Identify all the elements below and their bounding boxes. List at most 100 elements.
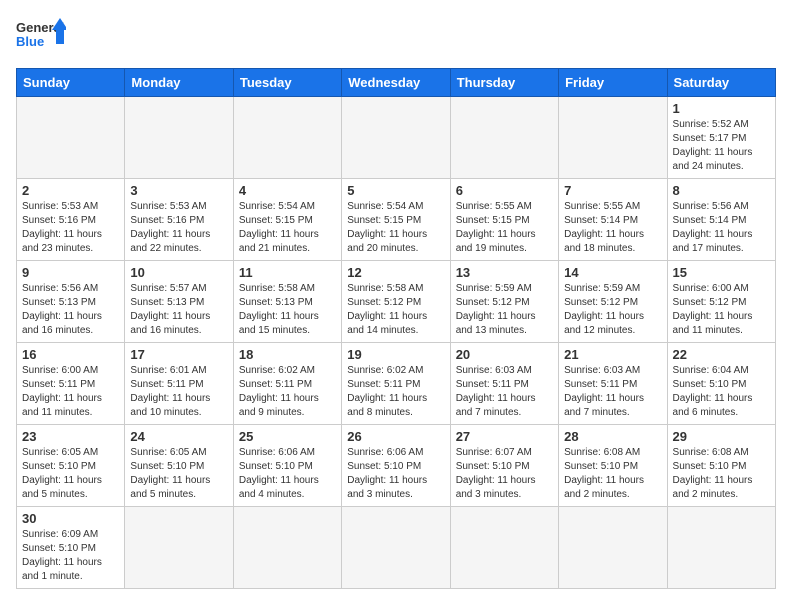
cell-info: Sunrise: 6:00 AM Sunset: 5:12 PM Dayligh… (673, 282, 770, 338)
day-number: 18 (239, 347, 336, 362)
cell-info: Sunrise: 5:59 AM Sunset: 5:12 PM Dayligh… (456, 282, 553, 338)
logo: General Blue (16, 16, 66, 56)
day-number: 4 (239, 183, 336, 198)
calendar-row-1: 2 Sunrise: 5:53 AM Sunset: 5:16 PM Daylig… (17, 179, 776, 261)
calendar-cell: 29Sunrise: 6:08 AM Sunset: 5:10 PM Dayli… (667, 425, 775, 507)
weekday-row: SundayMondayTuesdayWednesdayThursdayFrid… (17, 69, 776, 97)
calendar-cell: 3Sunrise: 5:53 AM Sunset: 5:16 PM Daylig… (125, 179, 233, 261)
day-number: 10 (130, 265, 227, 280)
day-number: 2 (22, 183, 119, 198)
cell-info: Sunrise: 5:58 AM Sunset: 5:12 PM Dayligh… (347, 282, 444, 338)
calendar-cell: 20 Sunrise: 6:03 AM Sunset: 5:11 PM Dayli… (450, 343, 558, 425)
cell-info: Sunrise: 6:03 AM Sunset: 5:11 PM Dayligh… (564, 364, 661, 420)
calendar-cell: 23 Sunrise: 6:05 AM Sunset: 5:10 PM Dayli… (17, 425, 125, 507)
calendar-cell (233, 507, 341, 589)
calendar-row-5: 30Sunrise: 6:09 AM Sunset: 5:10 PM Dayli… (17, 507, 776, 589)
cell-info: Sunrise: 5:53 AM Sunset: 5:16 PM Dayligh… (130, 200, 227, 256)
day-number: 25 (239, 429, 336, 444)
cell-info: Sunrise: 5:53 AM Sunset: 5:16 PM Dayligh… (22, 200, 119, 256)
calendar-cell: 28Sunrise: 6:08 AM Sunset: 5:10 PM Dayli… (559, 425, 667, 507)
cell-info: Sunrise: 6:07 AM Sunset: 5:10 PM Dayligh… (456, 446, 553, 502)
cell-info: Sunrise: 5:54 AM Sunset: 5:15 PM Dayligh… (239, 200, 336, 256)
cell-info: Sunrise: 6:04 AM Sunset: 5:10 PM Dayligh… (673, 364, 770, 420)
day-number: 19 (347, 347, 444, 362)
calendar-row-4: 23 Sunrise: 6:05 AM Sunset: 5:10 PM Dayli… (17, 425, 776, 507)
day-number: 28 (564, 429, 661, 444)
weekday-header-monday: Monday (125, 69, 233, 97)
calendar-cell: 9 Sunrise: 5:56 AM Sunset: 5:13 PM Daylig… (17, 261, 125, 343)
calendar-cell: 26 Sunrise: 6:06 AM Sunset: 5:10 PM Dayli… (342, 425, 450, 507)
calendar-cell (342, 507, 450, 589)
cell-info: Sunrise: 6:06 AM Sunset: 5:10 PM Dayligh… (347, 446, 444, 502)
calendar-cell: 14Sunrise: 5:59 AM Sunset: 5:12 PM Dayli… (559, 261, 667, 343)
day-number: 14 (564, 265, 661, 280)
page-header: General Blue (16, 16, 776, 56)
day-number: 5 (347, 183, 444, 198)
calendar-cell: 11 Sunrise: 5:58 AM Sunset: 5:13 PM Dayli… (233, 261, 341, 343)
weekday-header-tuesday: Tuesday (233, 69, 341, 97)
day-number: 27 (456, 429, 553, 444)
calendar-cell (125, 507, 233, 589)
calendar-cell (342, 97, 450, 179)
cell-info: Sunrise: 5:58 AM Sunset: 5:13 PM Dayligh… (239, 282, 336, 338)
cell-info: Sunrise: 5:56 AM Sunset: 5:13 PM Dayligh… (22, 282, 119, 338)
calendar-cell: 1Sunrise: 5:52 AM Sunset: 5:17 PM Daylig… (667, 97, 775, 179)
cell-info: Sunrise: 5:57 AM Sunset: 5:13 PM Dayligh… (130, 282, 227, 338)
calendar-cell: 22 Sunrise: 6:04 AM Sunset: 5:10 PM Dayli… (667, 343, 775, 425)
weekday-header-thursday: Thursday (450, 69, 558, 97)
calendar-row-0: 1Sunrise: 5:52 AM Sunset: 5:17 PM Daylig… (17, 97, 776, 179)
calendar-cell: 13 Sunrise: 5:59 AM Sunset: 5:12 PM Dayli… (450, 261, 558, 343)
cell-info: Sunrise: 6:09 AM Sunset: 5:10 PM Dayligh… (22, 528, 119, 584)
cell-info: Sunrise: 6:01 AM Sunset: 5:11 PM Dayligh… (130, 364, 227, 420)
cell-info: Sunrise: 6:05 AM Sunset: 5:10 PM Dayligh… (130, 446, 227, 502)
day-number: 12 (347, 265, 444, 280)
calendar-cell: 21 Sunrise: 6:03 AM Sunset: 5:11 PM Dayli… (559, 343, 667, 425)
calendar-cell (667, 507, 775, 589)
calendar-cell: 7Sunrise: 5:55 AM Sunset: 5:14 PM Daylig… (559, 179, 667, 261)
calendar-cell: 16 Sunrise: 6:00 AM Sunset: 5:11 PM Dayli… (17, 343, 125, 425)
day-number: 16 (22, 347, 119, 362)
cell-info: Sunrise: 6:05 AM Sunset: 5:10 PM Dayligh… (22, 446, 119, 502)
cell-info: Sunrise: 6:02 AM Sunset: 5:11 PM Dayligh… (347, 364, 444, 420)
logo-svg: General Blue (16, 16, 66, 56)
cell-info: Sunrise: 6:06 AM Sunset: 5:10 PM Dayligh… (239, 446, 336, 502)
day-number: 20 (456, 347, 553, 362)
day-number: 22 (673, 347, 770, 362)
calendar-cell: 18Sunrise: 6:02 AM Sunset: 5:11 PM Dayli… (233, 343, 341, 425)
weekday-header-friday: Friday (559, 69, 667, 97)
cell-info: Sunrise: 6:00 AM Sunset: 5:11 PM Dayligh… (22, 364, 119, 420)
calendar-cell: 4 Sunrise: 5:54 AM Sunset: 5:15 PM Daylig… (233, 179, 341, 261)
calendar-cell: 10 Sunrise: 5:57 AM Sunset: 5:13 PM Dayli… (125, 261, 233, 343)
cell-info: Sunrise: 5:52 AM Sunset: 5:17 PM Dayligh… (673, 118, 770, 174)
weekday-header-sunday: Sunday (17, 69, 125, 97)
calendar-cell (450, 507, 558, 589)
day-number: 7 (564, 183, 661, 198)
calendar-cell (17, 97, 125, 179)
day-number: 6 (456, 183, 553, 198)
calendar-cell: 15Sunrise: 6:00 AM Sunset: 5:12 PM Dayli… (667, 261, 775, 343)
svg-text:Blue: Blue (16, 34, 44, 49)
calendar-cell (559, 97, 667, 179)
cell-info: Sunrise: 6:03 AM Sunset: 5:11 PM Dayligh… (456, 364, 553, 420)
calendar-cell: 2 Sunrise: 5:53 AM Sunset: 5:16 PM Daylig… (17, 179, 125, 261)
calendar-cell: 5Sunrise: 5:54 AM Sunset: 5:15 PM Daylig… (342, 179, 450, 261)
calendar-header: SundayMondayTuesdayWednesdayThursdayFrid… (17, 69, 776, 97)
calendar-cell: 27 Sunrise: 6:07 AM Sunset: 5:10 PM Dayli… (450, 425, 558, 507)
day-number: 11 (239, 265, 336, 280)
calendar-cell: 17Sunrise: 6:01 AM Sunset: 5:11 PM Dayli… (125, 343, 233, 425)
day-number: 13 (456, 265, 553, 280)
day-number: 29 (673, 429, 770, 444)
day-number: 8 (673, 183, 770, 198)
weekday-header-saturday: Saturday (667, 69, 775, 97)
day-number: 26 (347, 429, 444, 444)
day-number: 23 (22, 429, 119, 444)
day-number: 21 (564, 347, 661, 362)
cell-info: Sunrise: 5:55 AM Sunset: 5:15 PM Dayligh… (456, 200, 553, 256)
day-number: 9 (22, 265, 119, 280)
calendar-cell: 19 Sunrise: 6:02 AM Sunset: 5:11 PM Dayli… (342, 343, 450, 425)
calendar-table: SundayMondayTuesdayWednesdayThursdayFrid… (16, 68, 776, 589)
calendar-body: 1Sunrise: 5:52 AM Sunset: 5:17 PM Daylig… (17, 97, 776, 589)
calendar-cell: 30Sunrise: 6:09 AM Sunset: 5:10 PM Dayli… (17, 507, 125, 589)
calendar-row-3: 16 Sunrise: 6:00 AM Sunset: 5:11 PM Dayli… (17, 343, 776, 425)
calendar-cell (233, 97, 341, 179)
